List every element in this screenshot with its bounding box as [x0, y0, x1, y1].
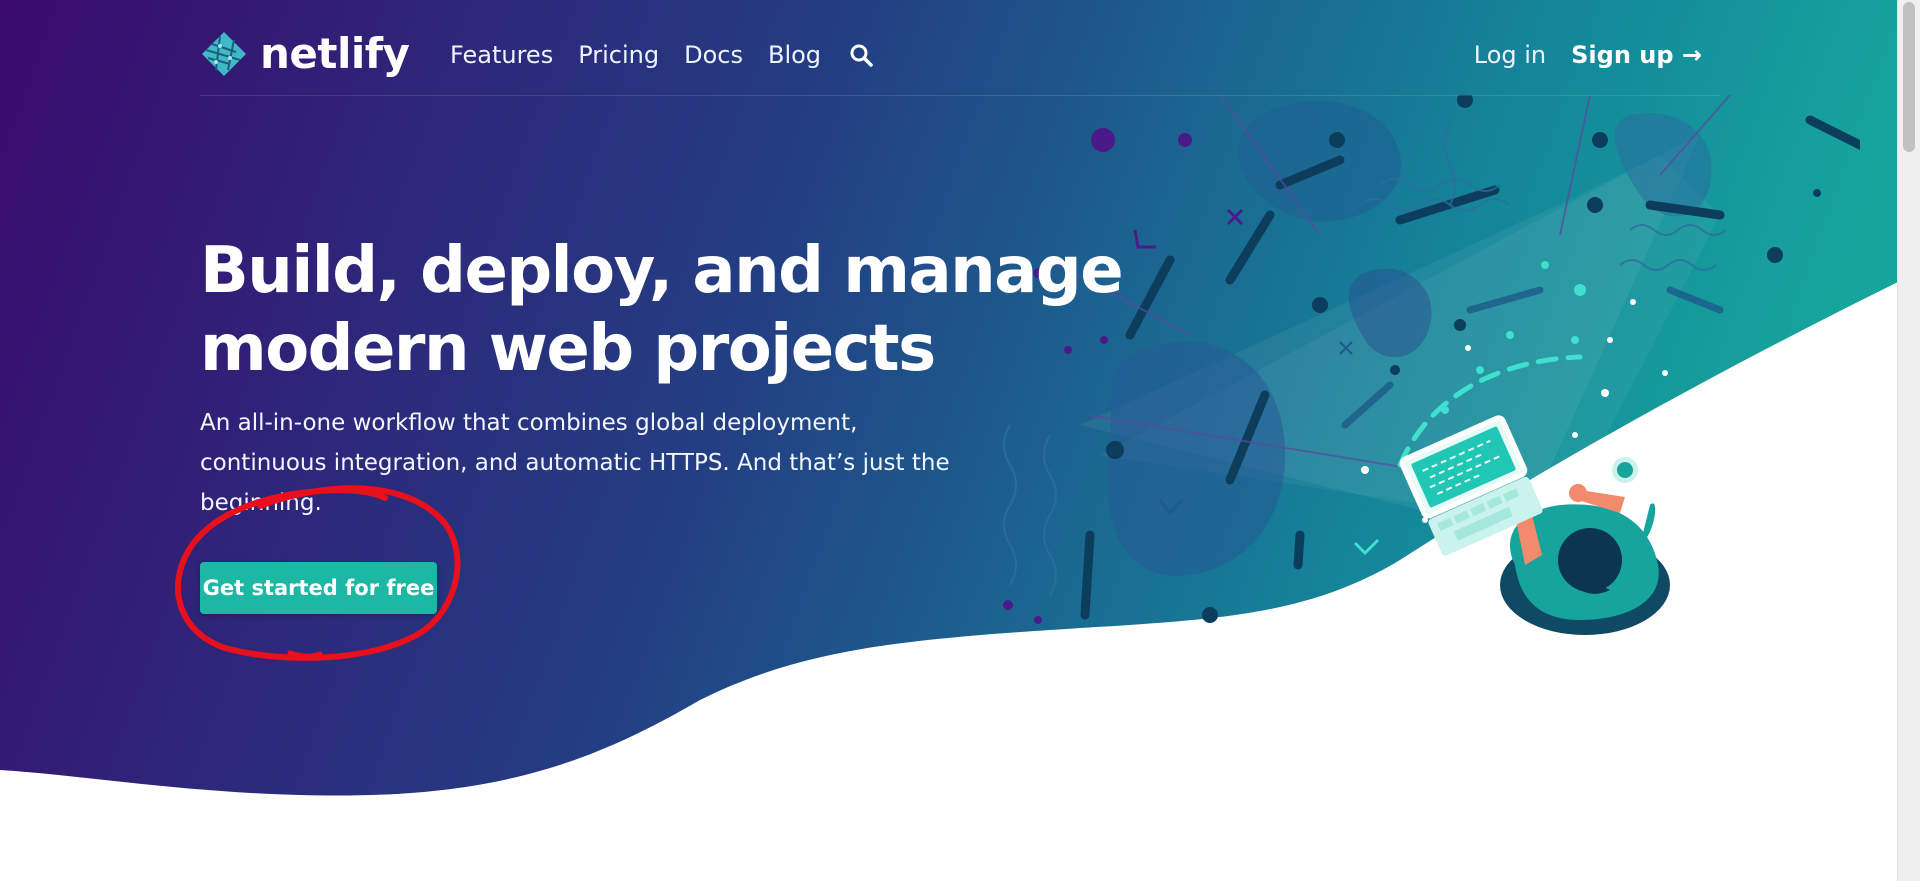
hero-subtitle: An all-in-one workflow that combines glo…	[200, 410, 950, 516]
get-started-button[interactable]: Get started for free	[200, 562, 437, 614]
search-button[interactable]	[846, 38, 876, 72]
hero-headline: Build, deploy, and manage modern web pro…	[200, 232, 1124, 388]
signup-link[interactable]: Sign up →	[1571, 38, 1702, 72]
account-nav: Log in Sign up →	[1474, 38, 1702, 72]
hero-headline-line-1: Build, deploy, and manage	[200, 234, 1124, 308]
scrollbar-thumb[interactable]	[1903, 2, 1915, 152]
netlify-logo[interactable]: netlify	[200, 28, 410, 80]
nav-link-docs[interactable]: Docs	[684, 38, 743, 72]
browser-viewport: netlify Features Pricing Docs Blog Log i…	[0, 0, 1920, 881]
login-link[interactable]: Log in	[1474, 38, 1546, 72]
search-icon	[850, 44, 873, 67]
nav-link-pricing[interactable]: Pricing	[578, 38, 659, 72]
nav-link-features[interactable]: Features	[450, 38, 553, 72]
hero-headline-line-2: modern web projects	[200, 312, 936, 386]
nav-divider	[200, 95, 1720, 96]
brand-name: netlify	[260, 29, 410, 78]
nav-link-blog[interactable]: Blog	[768, 38, 821, 72]
top-navigation: netlify Features Pricing Docs Blog Log i…	[0, 0, 1898, 110]
netlify-logo-icon	[202, 32, 246, 76]
primary-nav: Features Pricing Docs Blog	[450, 38, 876, 72]
vertical-scrollbar[interactable]	[1897, 0, 1920, 881]
